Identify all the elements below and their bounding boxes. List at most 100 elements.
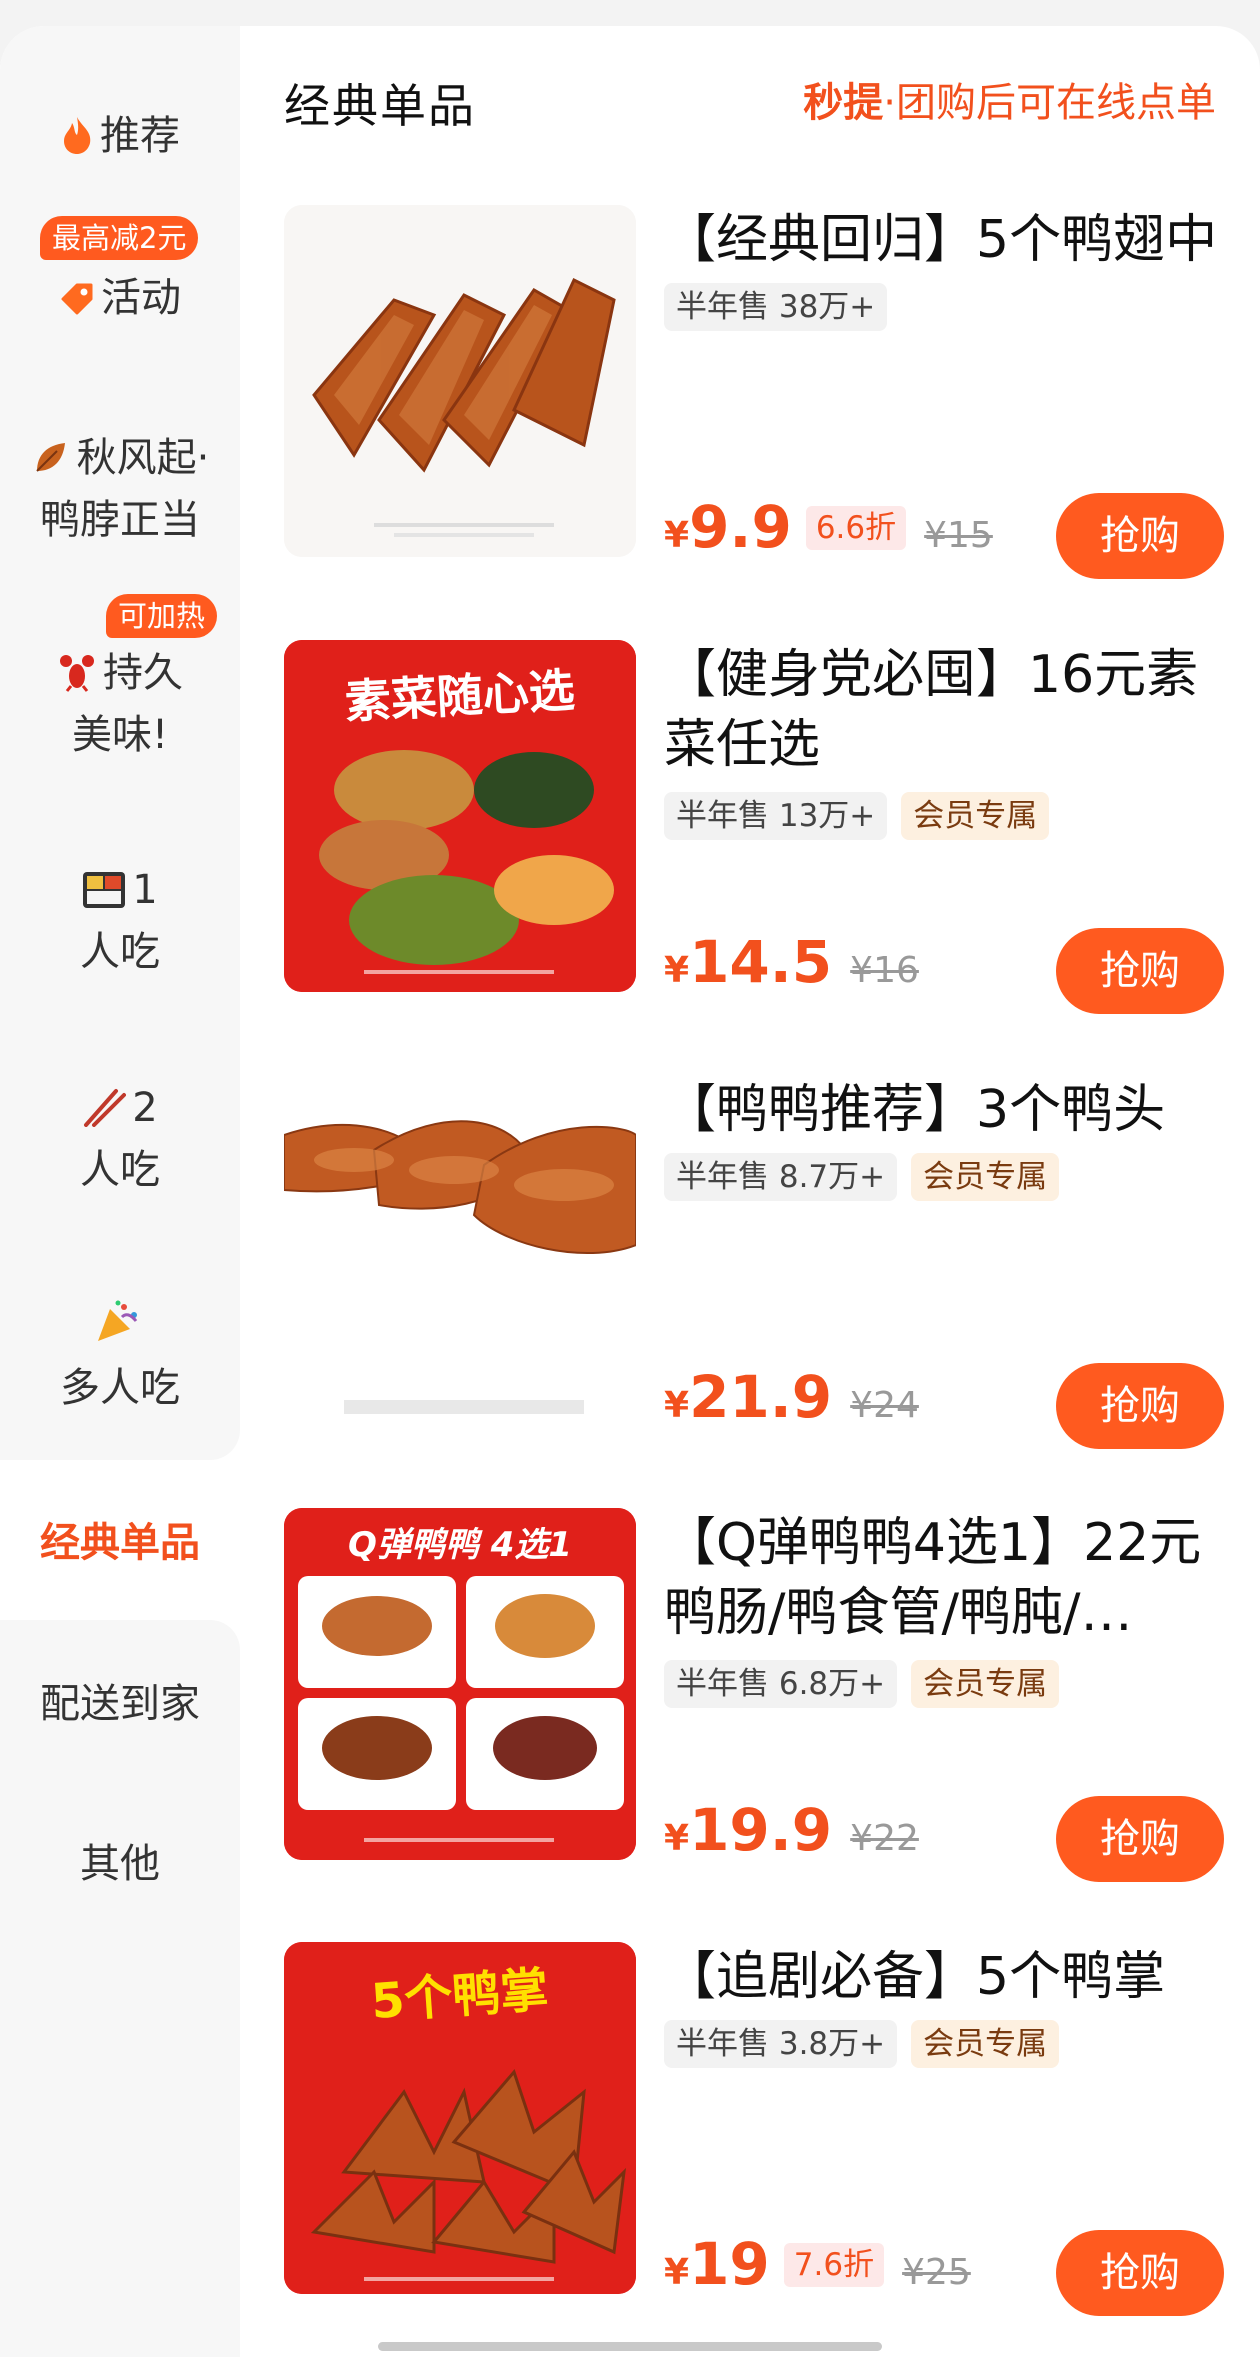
price-row: ¥21.9 ¥24 bbox=[664, 1363, 919, 1433]
crayfish-icon bbox=[57, 651, 97, 707]
sidebar-item-line2: 多人吃 bbox=[60, 1365, 180, 1411]
sidebar-item-lasting[interactable]: 持久 美味! bbox=[0, 645, 240, 763]
sidebar-item-activity[interactable]: 活动 bbox=[0, 270, 240, 332]
buy-button[interactable]: 抢购 bbox=[1056, 2230, 1224, 2316]
price-value: 19 bbox=[689, 2230, 770, 2298]
sales-tag: 半年售 13万+ bbox=[664, 792, 888, 840]
product-card[interactable]: 素菜随心选 【健身党必囤】16元素菜任选 半年售 13万+ 会员专属 ¥14.5… bbox=[284, 640, 1224, 1014]
currency-symbol: ¥ bbox=[664, 2252, 690, 2293]
sidebar-item-line1: 秋风起· bbox=[76, 435, 210, 481]
product-tags: 半年售 6.8万+ 会员专属 bbox=[664, 1660, 1060, 1708]
product-image-q-duck-combo[interactable]: Q弹鸭鸭 4选1 bbox=[284, 1508, 636, 1860]
sidebar-item-group[interactable]: 多人吃 bbox=[0, 1298, 240, 1416]
product-title: 【鸭鸭推荐】3个鸭头 bbox=[664, 1080, 1166, 1140]
home-indicator[interactable] bbox=[378, 2342, 882, 2351]
sidebar-item-line1: 持久 bbox=[103, 650, 183, 696]
price-value: 9.9 bbox=[689, 493, 792, 561]
app-screen: 推荐 最高减2元 活动 秋风起· 鸭脖正当 可加热 持久 美味! 1 人吃 2 … bbox=[0, 0, 1260, 2357]
product-title: 【经典回归】5个鸭翅中 bbox=[664, 210, 1218, 270]
sidebar-item-label: 经典单品 bbox=[40, 1520, 200, 1566]
original-price: ¥15 bbox=[924, 515, 993, 556]
price-row: ¥14.5 ¥16 bbox=[664, 928, 919, 998]
sidebar-item-label: 活动 bbox=[101, 275, 181, 321]
tag-icon bbox=[59, 276, 95, 332]
sidebar-item-line2: 美味! bbox=[71, 712, 169, 758]
currency-symbol: ¥ bbox=[664, 1385, 690, 1426]
current-price: ¥14.5 bbox=[664, 928, 832, 996]
discount-badge: 7.6折 bbox=[783, 2243, 885, 2287]
sidebar-item-single[interactable]: 1 人吃 bbox=[0, 862, 240, 980]
price-row: ¥19 7.6折 ¥25 bbox=[664, 2230, 971, 2300]
price-row: ¥19.9 ¥22 bbox=[664, 1796, 919, 1866]
member-tag: 会员专属 bbox=[911, 1153, 1060, 1201]
sidebar-item-line2: 人吃 bbox=[80, 1147, 160, 1193]
price-row: ¥9.9 6.6折 ¥15 bbox=[664, 493, 993, 563]
notice-strong: 秒提 bbox=[803, 80, 884, 126]
sidebar-item-other[interactable]: 其他 bbox=[0, 1836, 240, 1892]
buy-button[interactable]: 抢购 bbox=[1056, 1796, 1224, 1882]
sales-tag: 半年售 38万+ bbox=[664, 283, 888, 331]
promo-badge: 最高减2元 bbox=[40, 216, 199, 260]
product-card[interactable]: 【经典回归】5个鸭翅中 半年售 38万+ ¥9.9 6.6折 ¥15 抢购 bbox=[284, 205, 1224, 579]
buy-button[interactable]: 抢购 bbox=[1056, 1363, 1224, 1449]
sidebar-item-line1: 1 bbox=[132, 867, 158, 913]
sidebar-item-double[interactable]: 2 人吃 bbox=[0, 1080, 240, 1198]
sidebar-item-line2: 人吃 bbox=[80, 929, 160, 975]
notice-text: ·团购后可在线点单 bbox=[883, 80, 1216, 126]
sidebar-item-classic[interactable]: 经典单品 bbox=[0, 1515, 240, 1571]
current-price: ¥21.9 bbox=[664, 1363, 832, 1431]
buy-button[interactable]: 抢购 bbox=[1056, 928, 1224, 1014]
heatable-badge: 可加热 bbox=[106, 594, 218, 638]
product-title: 【追剧必备】5个鸭掌 bbox=[664, 1947, 1166, 2007]
member-tag: 会员专属 bbox=[911, 2020, 1060, 2068]
party-popper-icon bbox=[94, 1299, 140, 1360]
sidebar-item-autumn[interactable]: 秋风起· 鸭脖正当 bbox=[0, 430, 240, 548]
original-price: ¥24 bbox=[850, 1385, 919, 1426]
current-price: ¥19 bbox=[664, 2230, 770, 2298]
sidebar-item-label: 配送到家 bbox=[40, 1681, 200, 1727]
current-price: ¥9.9 bbox=[664, 493, 792, 561]
sidebar-item-line2: 鸭脖正当 bbox=[40, 497, 200, 543]
sidebar-item-delivery[interactable]: 配送到家 bbox=[0, 1676, 240, 1732]
product-tags: 半年售 3.8万+ 会员专属 bbox=[664, 2020, 1060, 2068]
buy-button[interactable]: 抢购 bbox=[1056, 493, 1224, 579]
product-card[interactable]: Q弹鸭鸭 4选1 【Q弹鸭鸭4选1】22元鸭肠/鸭食管/鸭肫/… 半年售 6.8… bbox=[284, 1508, 1224, 1882]
price-value: 14.5 bbox=[689, 928, 833, 996]
original-price: ¥16 bbox=[850, 950, 919, 991]
original-price: ¥25 bbox=[902, 2252, 971, 2293]
currency-symbol: ¥ bbox=[664, 1818, 690, 1859]
price-value: 19.9 bbox=[689, 1796, 833, 1864]
autumn-leaf-icon bbox=[31, 436, 71, 492]
fire-icon bbox=[60, 114, 94, 170]
current-price: ¥19.9 bbox=[664, 1796, 832, 1864]
member-tag: 会员专属 bbox=[901, 792, 1050, 840]
chopsticks-icon bbox=[82, 1086, 127, 1142]
currency-symbol: ¥ bbox=[664, 950, 690, 991]
image-headline: Q弹鸭鸭 4选1 bbox=[348, 1525, 572, 1565]
original-price: ¥22 bbox=[850, 1818, 919, 1859]
product-image-duck-heads[interactable] bbox=[284, 1075, 636, 1427]
sidebar-item-recommend[interactable]: 推荐 bbox=[0, 108, 240, 170]
price-value: 21.9 bbox=[689, 1363, 833, 1431]
member-tag: 会员专属 bbox=[911, 1660, 1060, 1708]
product-image-duck-feet[interactable]: 5个鸭掌 bbox=[284, 1942, 636, 2294]
sidebar-item-label: 推荐 bbox=[100, 113, 180, 159]
product-image-duck-wings[interactable] bbox=[284, 205, 636, 557]
sidebar-item-label: 其他 bbox=[80, 1841, 160, 1887]
sales-tag: 半年售 6.8万+ bbox=[664, 1660, 898, 1708]
bento-box-icon bbox=[82, 868, 126, 924]
product-title: 【健身党必囤】16元素菜任选 bbox=[664, 645, 1199, 775]
product-tags: 半年售 13万+ 会员专属 bbox=[664, 792, 1050, 840]
sidebar-item-line1: 2 bbox=[132, 1085, 158, 1131]
product-card[interactable]: 【鸭鸭推荐】3个鸭头 半年售 8.7万+ 会员专属 ¥21.9 ¥24 抢购 bbox=[284, 1075, 1224, 1449]
section-title: 经典单品 bbox=[284, 79, 476, 133]
product-card[interactable]: 5个鸭掌 【追剧必备】5个鸭掌 半年售 3.8万+ 会员专属 ¥19 7.6折 … bbox=[284, 1942, 1224, 2316]
product-tags: 半年售 8.7万+ 会员专属 bbox=[664, 1153, 1060, 1201]
pickup-notice: 秒提·团购后可在线点单 bbox=[803, 70, 1216, 128]
product-image-veggie-combo[interactable]: 素菜随心选 bbox=[284, 640, 636, 992]
sales-tag: 半年售 3.8万+ bbox=[664, 2020, 898, 2068]
product-tags: 半年售 38万+ bbox=[664, 283, 888, 331]
product-title: 【Q弹鸭鸭4选1】22元鸭肠/鸭食管/鸭肫/… bbox=[664, 1513, 1202, 1643]
currency-symbol: ¥ bbox=[664, 515, 690, 556]
discount-badge: 6.6折 bbox=[805, 506, 907, 550]
